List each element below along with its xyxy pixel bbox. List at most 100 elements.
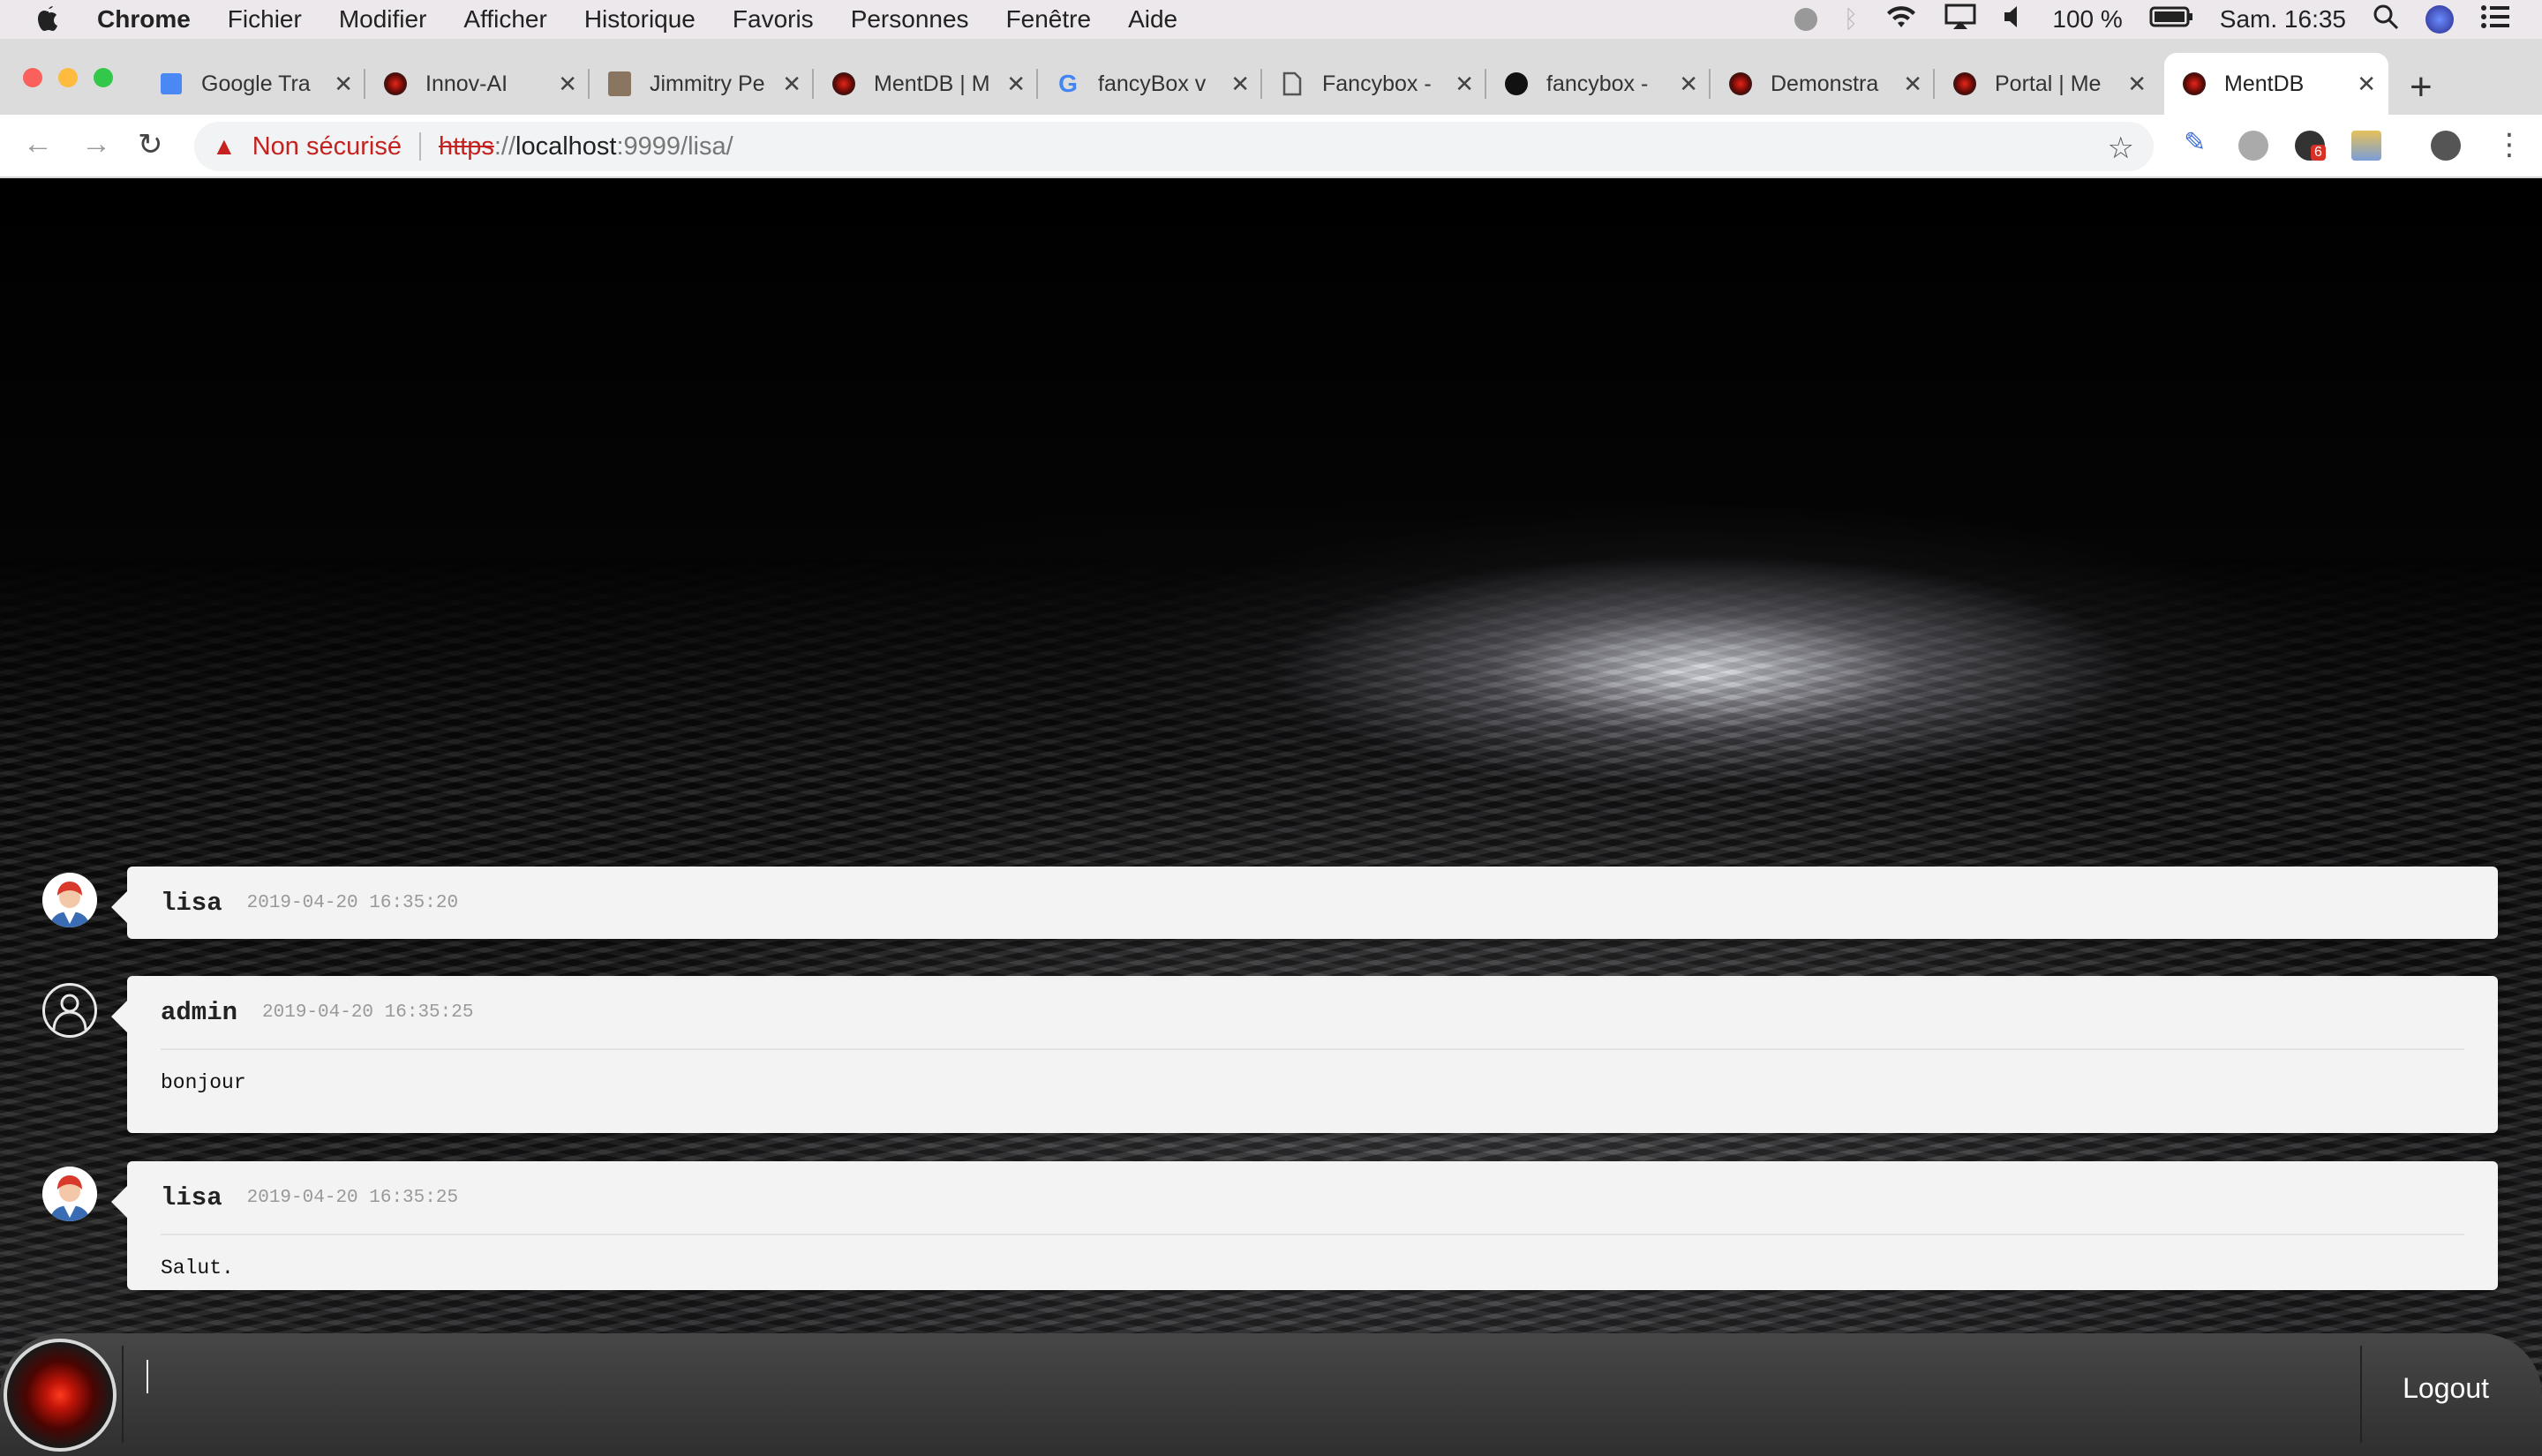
message-header: lisa 2019-04-20 16:35:20 (161, 867, 2464, 939)
hal-eye-icon (383, 71, 408, 96)
chat-input[interactable] (141, 1349, 2348, 1429)
admin-avatar (42, 983, 97, 1038)
hal-eye-icon (831, 71, 856, 96)
message-username: admin (161, 997, 238, 1027)
tab-close-icon[interactable]: ✕ (1006, 71, 1026, 98)
tab-close-icon[interactable]: ✕ (1455, 71, 1474, 98)
status-circle-icon[interactable] (1794, 8, 1817, 31)
apple-icon[interactable] (0, 4, 97, 34)
forward-arrow-icon[interactable]: → (81, 127, 111, 161)
tab-close-icon[interactable]: ✕ (334, 71, 353, 98)
tab-demonstration[interactable]: Demonstra ✕ (1711, 53, 1935, 115)
gray-circle-extension-icon[interactable] (2238, 131, 2268, 161)
spotlight-search-icon[interactable] (2373, 4, 2399, 36)
window-minimize-button[interactable] (58, 68, 78, 87)
airplay-icon[interactable] (1944, 4, 1976, 36)
volume-icon[interactable] (2003, 4, 2026, 35)
clock[interactable]: Sam. 16:35 (2220, 5, 2346, 34)
macos-menu-bar: Chrome Fichier Modifier Afficher Histori… (0, 0, 2542, 39)
message-timestamp: 2019-04-20 16:35:20 (246, 892, 459, 913)
menu-afficher[interactable]: Afficher (463, 5, 546, 34)
hal-eye-button[interactable] (4, 1339, 117, 1452)
message-username: lisa (161, 1182, 222, 1212)
back-arrow-icon[interactable]: ← (23, 127, 53, 161)
tab-close-icon[interactable]: ✕ (782, 71, 801, 98)
google-translate-icon (159, 71, 184, 96)
google-icon: G (1058, 70, 1078, 97)
tab-jimmitry[interactable]: Jimmitry Pe ✕ (590, 53, 814, 115)
extension-badge: 6 (2311, 145, 2326, 161)
tab-google-translate[interactable]: Google Tra ✕ (141, 53, 365, 115)
message-text: bonjour (161, 1048, 2464, 1094)
extension-with-badge-icon[interactable]: 6 (2295, 131, 2326, 161)
bluetooth-icon[interactable]: ᛒ (1844, 5, 1859, 34)
profile-photo-icon (607, 71, 632, 96)
menu-app-name[interactable]: Chrome (97, 5, 191, 34)
hal-eye-icon (1728, 71, 1753, 96)
tab-close-icon[interactable]: ✕ (1903, 71, 1922, 98)
tab-close-icon[interactable]: ✕ (558, 71, 577, 98)
hal-eye-icon (2182, 71, 2207, 96)
chat-input-bar: Logout (0, 1333, 2542, 1456)
menu-modifier[interactable]: Modifier (339, 5, 427, 34)
tab-close-icon[interactable]: ✕ (1679, 71, 1698, 98)
url-scheme: https (438, 131, 494, 161)
window-zoom-button[interactable] (94, 68, 113, 87)
bookmark-star-icon[interactable]: ☆ (2108, 131, 2134, 166)
lisa-avatar (42, 873, 97, 927)
wifi-icon[interactable] (1884, 4, 1918, 35)
text-caret (147, 1360, 148, 1393)
document-icon (1280, 71, 1305, 96)
tab-close-icon[interactable]: ✕ (2127, 71, 2147, 98)
message-username: lisa (161, 888, 222, 918)
message-text: Salut. (161, 1234, 2464, 1280)
battery-icon[interactable] (2149, 5, 2193, 34)
profile-avatar-icon[interactable] (2431, 131, 2461, 161)
chat-message: lisa 2019-04-20 16:35:20 (111, 867, 2498, 939)
lisa-avatar (42, 1167, 97, 1221)
menu-aide[interactable]: Aide (1128, 5, 1177, 34)
tab-fancybox-github[interactable]: fancybox - ✕ (1486, 53, 1711, 115)
menu-historique[interactable]: Historique (584, 5, 696, 34)
address-divider (418, 132, 421, 161)
tab-fancybox-page[interactable]: Fancybox - ✕ (1262, 53, 1486, 115)
notification-center-icon[interactable] (2480, 4, 2510, 35)
menu-fenetre[interactable]: Fenêtre (1006, 5, 1092, 34)
new-tab-button[interactable]: + (2410, 65, 2433, 109)
input-divider-right (2360, 1346, 2362, 1443)
tab-fancybox-google[interactable]: G fancyBox v ✕ (1038, 53, 1262, 115)
image-extension-icon[interactable] (2351, 131, 2381, 161)
security-label: Non sécurisé (252, 131, 402, 161)
fancybox-logo-icon (1504, 71, 1529, 96)
security-warning[interactable]: ▲ Non sécurisé (212, 132, 402, 161)
tab-close-icon[interactable]: ✕ (1230, 71, 1250, 98)
message-timestamp: 2019-04-20 16:35:25 (262, 1002, 474, 1023)
browser-toolbar: ← → ↻ ▲ Non sécurisé https://localhost:9… (0, 115, 2542, 178)
message-header: admin 2019-04-20 16:35:25 (161, 976, 2464, 1048)
chat-message: lisa 2019-04-20 16:35:25 Salut. (111, 1161, 2498, 1290)
menu-fichier[interactable]: Fichier (228, 5, 302, 34)
tab-portal[interactable]: Portal | Me ✕ (1935, 53, 2159, 115)
url-host: localhost (515, 131, 617, 161)
siri-icon[interactable] (2425, 5, 2454, 34)
tab-mentdb-m[interactable]: MentDB | M ✕ (814, 53, 1038, 115)
input-divider-left (122, 1346, 124, 1443)
url-separator: :// (493, 131, 516, 161)
chat-message: admin 2019-04-20 16:35:25 bonjour (111, 976, 2498, 1133)
tab-strip: Google Tra ✕ Innov-AI ✕ Jimmitry Pe ✕ Me… (0, 39, 2542, 115)
message-header: lisa 2019-04-20 16:35:25 (161, 1161, 2464, 1234)
address-bar[interactable]: ▲ Non sécurisé https://localhost:9999/li… (194, 122, 2154, 171)
message-timestamp: 2019-04-20 16:35:25 (246, 1187, 459, 1208)
feather-extension-icon[interactable]: ✎ (2184, 127, 2214, 157)
tab-mentdb-active[interactable]: MentDB ✕ (2164, 53, 2388, 115)
logout-button[interactable]: Logout (2403, 1372, 2489, 1405)
window-close-button[interactable] (23, 68, 42, 87)
tab-close-icon[interactable]: ✕ (2357, 71, 2376, 98)
battery-percent: 100 % (2052, 5, 2123, 33)
hal-eye-icon (1952, 71, 1977, 96)
reload-icon[interactable]: ↻ (138, 127, 163, 162)
menu-favoris[interactable]: Favoris (733, 5, 814, 34)
chrome-menu-icon[interactable]: ⋮ (2494, 127, 2524, 162)
menu-personnes[interactable]: Personnes (851, 5, 969, 34)
tab-innov-ai[interactable]: Innov-AI ✕ (365, 53, 590, 115)
